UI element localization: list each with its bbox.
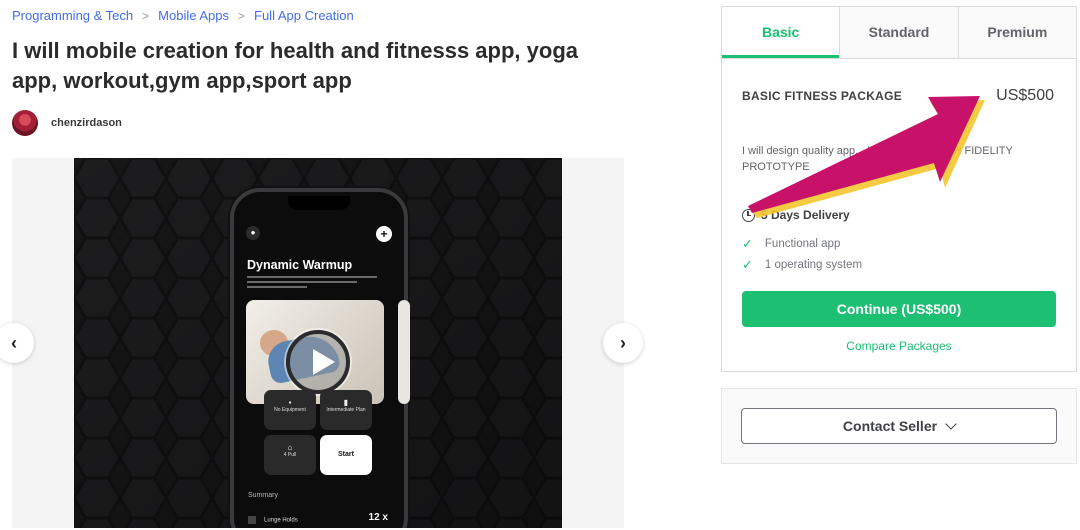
phone-tile-label: Intermediate Plan bbox=[326, 407, 366, 413]
package-price: US$500 bbox=[996, 87, 1054, 104]
tab-basic[interactable]: Basic bbox=[722, 7, 840, 58]
play-icon[interactable] bbox=[286, 330, 350, 394]
feature-label: 1 operating system bbox=[764, 259, 863, 271]
phone-screen-title: Dynamic Warmup bbox=[247, 258, 353, 272]
chevron-left-icon: ‹ bbox=[11, 333, 17, 353]
phone-tile-label: 4 Pull bbox=[283, 452, 297, 458]
contact-section: Contact Seller bbox=[721, 388, 1077, 464]
phone-summary-row: Lunge Holds 12 x bbox=[248, 512, 388, 526]
compare-packages-link[interactable]: Compare Packages bbox=[722, 339, 1076, 353]
gallery-next-button[interactable]: › bbox=[603, 323, 643, 363]
breadcrumb-separator: > bbox=[238, 8, 246, 23]
phone-tile: ▮ Intermediate Plan bbox=[320, 390, 372, 430]
tab-premium[interactable]: Premium bbox=[957, 7, 1076, 58]
dumbbell-icon: ▪ bbox=[288, 398, 292, 407]
phone-video-card bbox=[246, 300, 384, 404]
package-panel: Basic Standard Premium BASIC FITNESS PAC… bbox=[721, 6, 1077, 372]
check-icon: ✓ bbox=[742, 236, 753, 251]
phone-add-icon: + bbox=[376, 226, 392, 242]
phone-mockup: ● + Dynamic Warmup ▪ No Equipment ▮ Inte… bbox=[230, 188, 410, 528]
feature-item: ✓ 1 operating system bbox=[742, 257, 862, 273]
feature-item: ✓ Functional app bbox=[742, 236, 840, 252]
phone-tile-label: No Equipment bbox=[274, 407, 306, 413]
chevron-right-icon: › bbox=[620, 333, 626, 353]
phone-row-label: Lunge Holds bbox=[264, 517, 298, 524]
phone-tile: ⌂ 4 Pull bbox=[264, 435, 316, 475]
gig-gallery: ● + Dynamic Warmup ▪ No Equipment ▮ Inte… bbox=[0, 158, 643, 528]
phone-back-icon: ● bbox=[246, 226, 260, 240]
breadcrumb: Programming & Tech > Mobile Apps > Full … bbox=[12, 8, 354, 23]
package-name: BASIC FITNESS PACKAGE bbox=[742, 89, 903, 103]
gig-title: I will mobile creation for health and fi… bbox=[12, 38, 578, 93]
seller-name[interactable]: chenzirdason bbox=[51, 117, 122, 129]
breadcrumb-item-programming-tech[interactable]: Programming & Tech bbox=[12, 8, 133, 23]
bar-chart-icon: ▮ bbox=[343, 398, 349, 407]
chevron-down-icon bbox=[945, 418, 957, 430]
delivery-label: 5 Days Delivery bbox=[761, 208, 850, 222]
home-icon: ⌂ bbox=[287, 443, 293, 452]
phone-subtitle-lines bbox=[247, 276, 387, 288]
package-tabs: Basic Standard Premium bbox=[722, 7, 1076, 59]
contact-seller-button[interactable]: Contact Seller bbox=[741, 408, 1057, 444]
phone-summary-label: Summary bbox=[248, 492, 278, 499]
seller-info: chenzirdason bbox=[12, 110, 122, 136]
phone-start-tile: Start bbox=[320, 435, 372, 475]
phone-tile: ▪ No Equipment bbox=[264, 390, 316, 430]
breadcrumb-separator: > bbox=[142, 8, 150, 23]
delivery-time: 5 Days Delivery bbox=[742, 208, 850, 222]
breadcrumb-item-full-app-creation[interactable]: Full App Creation bbox=[254, 8, 354, 23]
gallery-image[interactable]: ● + Dynamic Warmup ▪ No Equipment ▮ Inte… bbox=[74, 158, 562, 528]
seller-avatar[interactable] bbox=[12, 110, 38, 136]
continue-button[interactable]: Continue (US$500) bbox=[742, 291, 1056, 327]
phone-notch bbox=[288, 196, 350, 210]
gallery-prev-button[interactable]: ‹ bbox=[0, 323, 34, 363]
package-description: I will design quality app... UX DESIGN, … bbox=[742, 145, 1013, 173]
feature-label: Functional app bbox=[764, 238, 841, 250]
phone-row-value: 12 x bbox=[368, 512, 388, 523]
contact-seller-label: Contact Seller bbox=[842, 418, 938, 434]
tab-standard[interactable]: Standard bbox=[839, 7, 958, 58]
phone-next-card bbox=[398, 300, 410, 404]
breadcrumb-item-mobile-apps[interactable]: Mobile Apps bbox=[158, 8, 229, 23]
exercise-icon bbox=[248, 516, 256, 524]
check-icon: ✓ bbox=[742, 257, 753, 272]
clock-icon bbox=[742, 208, 755, 222]
